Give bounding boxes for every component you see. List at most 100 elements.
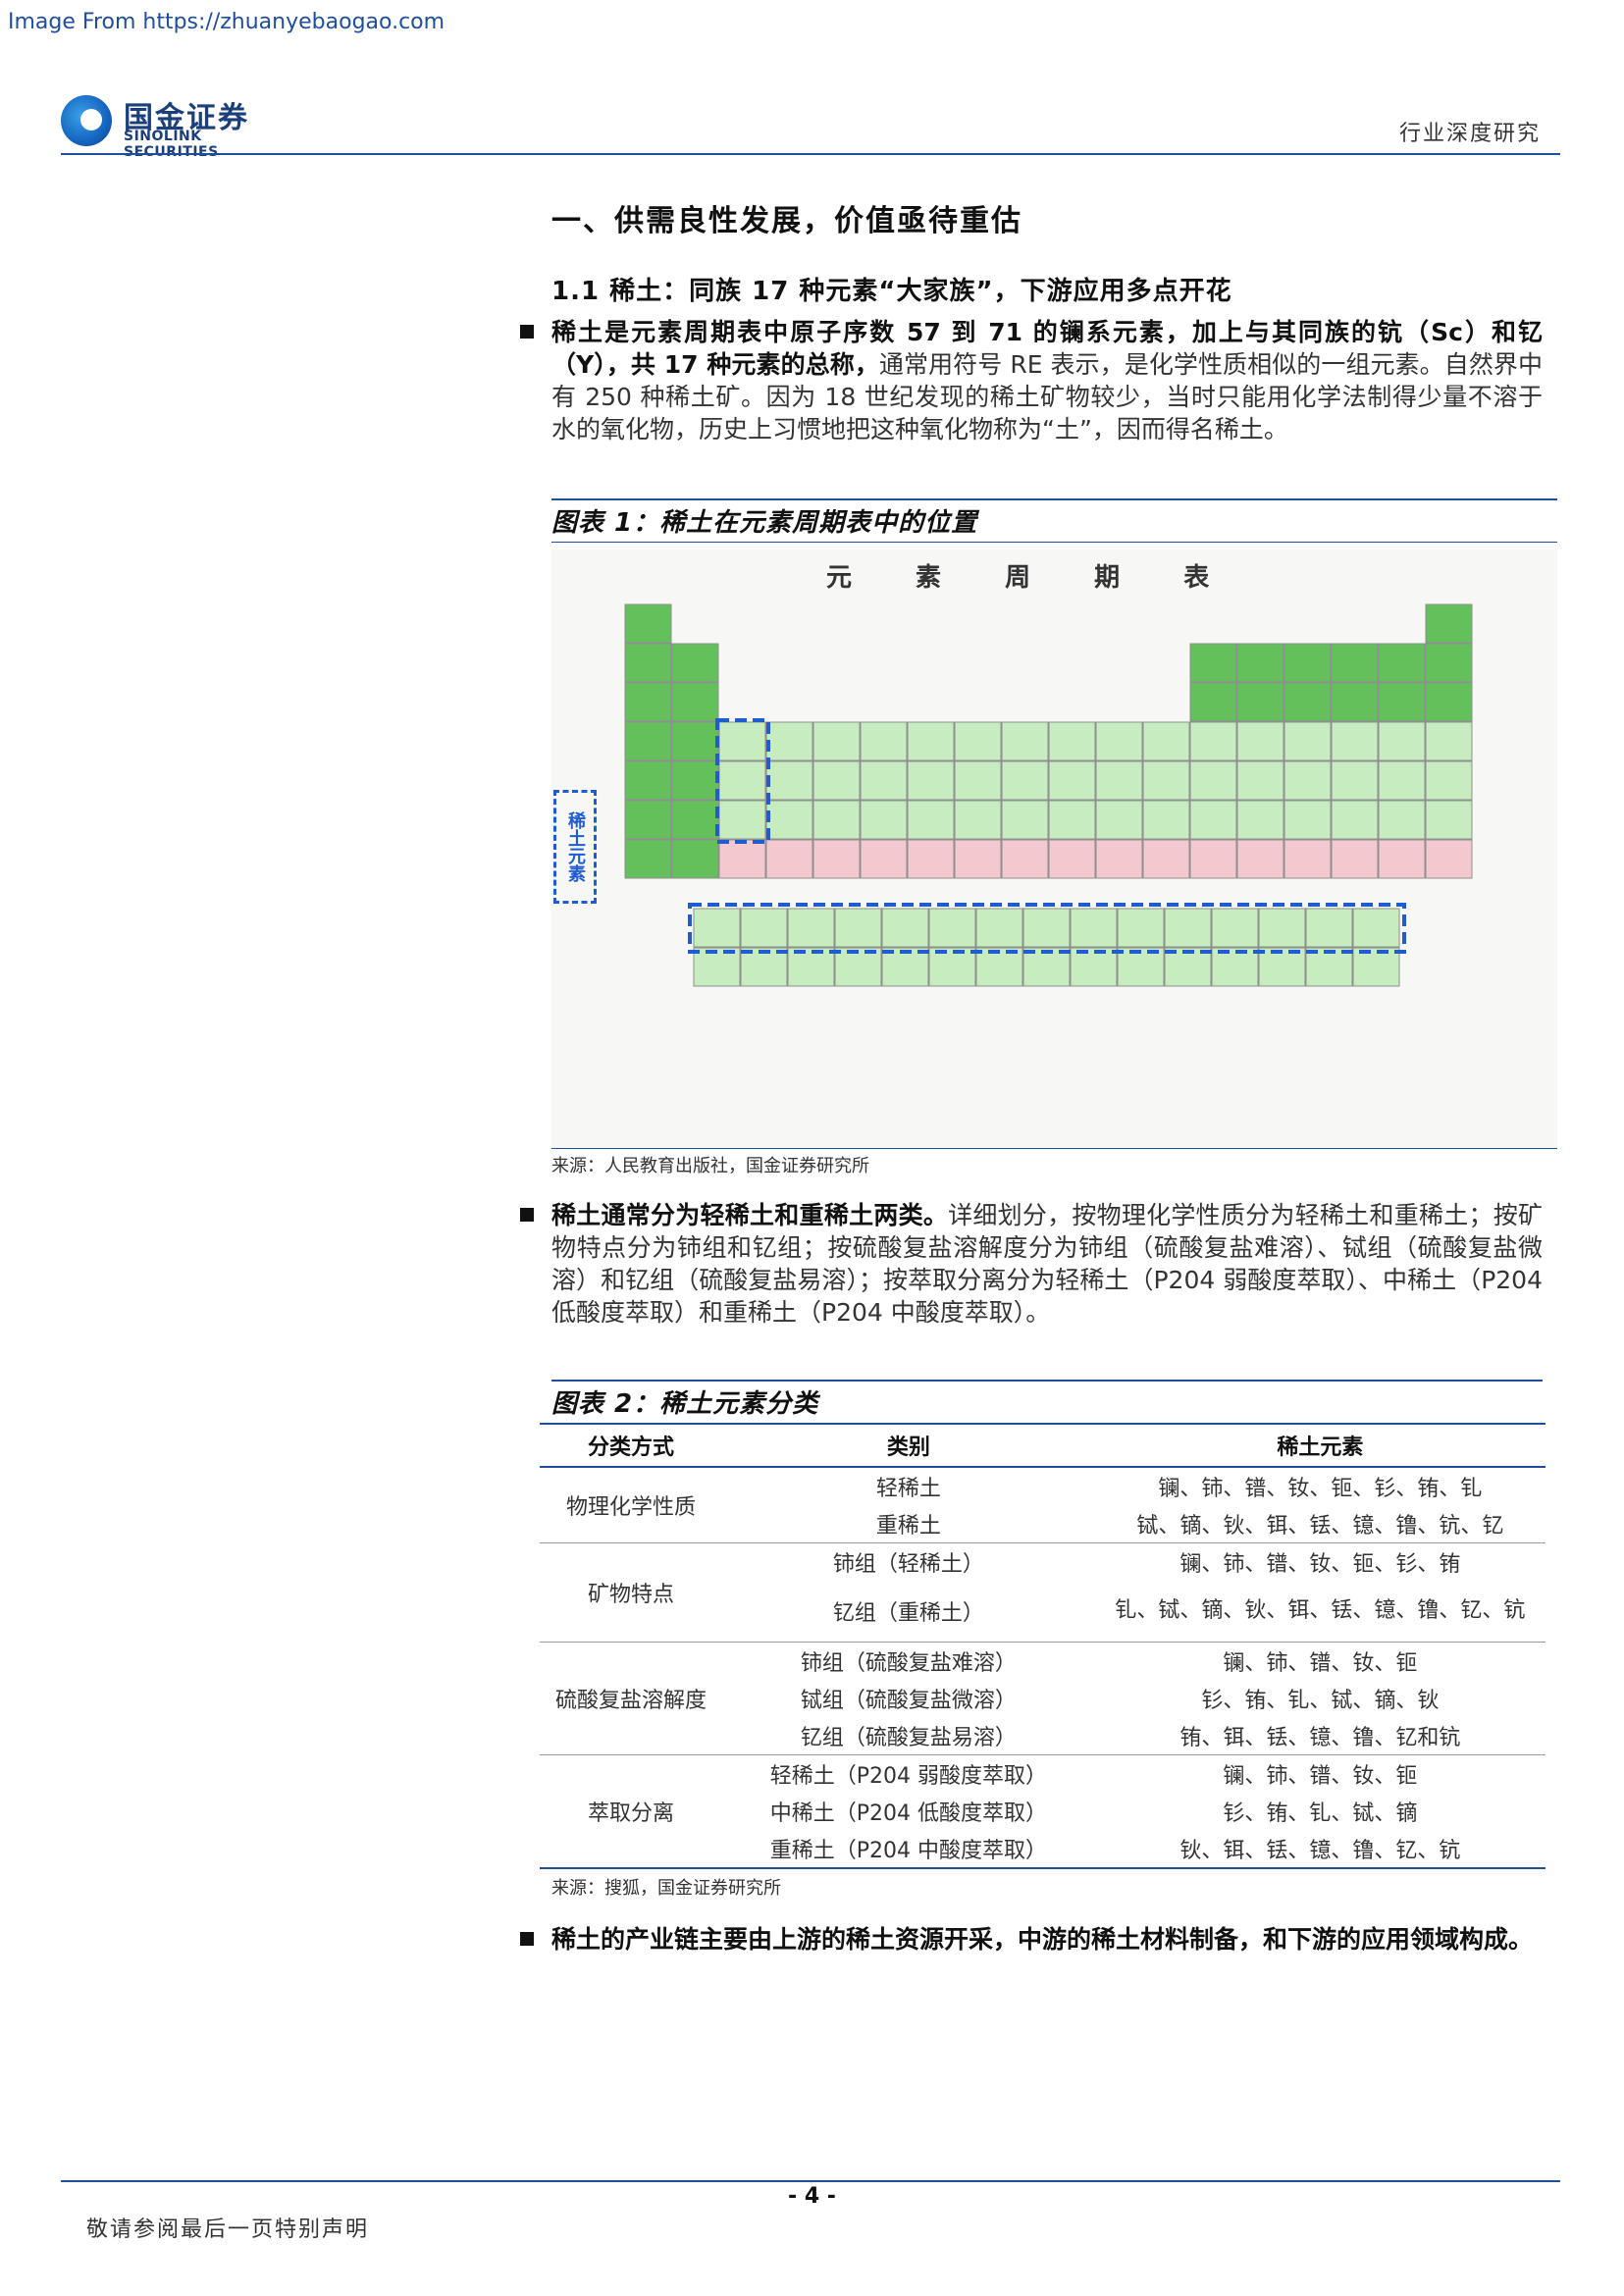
element-cell <box>624 721 672 761</box>
method-cell: 萃取分离 <box>540 1754 722 1868</box>
element-cell <box>1378 643 1426 683</box>
table-row: 物理化学性质 轻稀土 镧、铈、镨、钕、钷、钐、铕、钆 <box>540 1467 1545 1520</box>
element-cell <box>671 721 719 761</box>
table-row: 萃取分离 轻稀土（P204 弱酸度萃取） 镧、铈、镨、钕、钷 <box>540 1754 1545 1868</box>
element-cell <box>954 721 1002 761</box>
lanthanide-cell <box>740 908 788 948</box>
element-cell <box>1331 721 1379 761</box>
element-cell <box>1189 643 1237 683</box>
element-cell <box>718 800 766 840</box>
element-cell <box>1236 760 1284 801</box>
method-cell: 物理化学性质 <box>565 1495 696 1520</box>
lanthanide-cell <box>1164 908 1212 948</box>
lanthanide-cell <box>834 908 882 948</box>
periodic-table-grid <box>624 603 1473 987</box>
element-cell <box>765 760 813 801</box>
element-cell <box>1001 721 1049 761</box>
category-cell: 重稀土 <box>875 1514 941 1539</box>
element-cell <box>624 682 672 722</box>
element-cell <box>1425 800 1473 840</box>
page-number: - 4 - <box>788 2184 836 2209</box>
lanthanide-cell <box>1022 908 1071 948</box>
element-cell <box>1001 839 1049 879</box>
element-cell <box>671 643 719 683</box>
element-cell <box>718 760 766 801</box>
table-row: 矿物特点 铈组（轻稀土） 镧、铈、镨、钕、钷、钐、铕 <box>540 1542 1545 1643</box>
header-divider <box>61 153 1560 155</box>
category-cell: 重稀土（P204 中酸度萃取） <box>769 1839 1047 1863</box>
element-cell <box>1425 721 1473 761</box>
method-cell: 硫酸复盐溶解度 <box>540 1642 722 1755</box>
element-cell <box>1048 760 1096 801</box>
periodic-table-figure: 元 素 周 期 表 稀土元素 <box>551 549 1557 1148</box>
element-cell <box>1378 800 1426 840</box>
lanthanide-cell <box>1070 908 1118 948</box>
element-cell <box>860 800 908 840</box>
category-cell: 轻稀土 <box>875 1477 941 1501</box>
lanthanide-cell <box>1117 908 1165 948</box>
figure-2-title: 图表 2：稀土元素分类 <box>551 1389 819 1419</box>
element-cell <box>954 800 1002 840</box>
elements-cell: 钬、铒、铥、镱、镥、钇、钪 <box>1179 1839 1461 1863</box>
element-cell <box>1189 682 1237 722</box>
element-cell <box>1236 839 1284 879</box>
element-cell <box>624 603 672 644</box>
lanthanide-cell <box>1258 908 1306 948</box>
paragraph-3-lead: 稀土的产业链主要由上游的稀土资源开采，中游的稀土材料制备，和下游的应用领域构成。 <box>551 1925 1534 1954</box>
bullet-square-icon <box>520 1932 534 1946</box>
element-cell <box>718 839 766 879</box>
element-cell <box>765 839 813 879</box>
element-cell <box>954 839 1002 879</box>
element-cell <box>1001 800 1049 840</box>
method-cell: 矿物特点 <box>540 1542 722 1643</box>
element-cell <box>1142 760 1190 801</box>
element-cell <box>1236 682 1284 722</box>
element-cell <box>718 721 766 761</box>
element-cell <box>1425 839 1473 879</box>
elements-cell: 钆、铽、镝、钬、铒、铥、镱、镥、钇、钪 <box>1115 1598 1526 1623</box>
element-cell <box>1425 760 1473 801</box>
element-cell <box>860 839 908 879</box>
lanthanide-cell <box>1305 908 1353 948</box>
element-cell <box>1048 839 1096 879</box>
element-cell <box>1331 682 1379 722</box>
element-cell <box>1142 839 1190 879</box>
element-cell <box>1331 760 1379 801</box>
lanthanide-cell <box>975 908 1023 948</box>
element-cell <box>1142 721 1190 761</box>
element-cell <box>1095 721 1143 761</box>
lanthanide-cell <box>1352 908 1400 948</box>
elements-cell: 铽、镝、钬、铒、铥、镱、镥、钪、钇 <box>1136 1514 1504 1539</box>
category-cell: 铽组（硫酸复盐微溶） <box>800 1689 1017 1713</box>
element-cell <box>812 839 861 879</box>
paragraph-2: 稀土通常分为轻稀土和重稀土两类。详细划分，按物理化学性质分为轻稀土和重稀土；按矿… <box>520 1199 1543 1329</box>
element-cell <box>907 800 955 840</box>
element-cell <box>1095 760 1143 801</box>
element-cell <box>1283 643 1332 683</box>
elements-cell: 镧、铈、镨、钕、钷 <box>1094 1754 1545 1793</box>
element-cell <box>1189 721 1237 761</box>
element-cell <box>812 800 861 840</box>
category-cell: 钇组（硫酸复盐易溶） <box>800 1726 1017 1750</box>
report-type: 行业深度研究 <box>1398 122 1541 146</box>
element-cell <box>1378 839 1426 879</box>
logo-mark-icon <box>61 95 112 146</box>
category-cell: 钇组（重稀土） <box>832 1601 984 1626</box>
paragraph-1: 稀土是元素周期表中原子序数 57 到 71 的镧系元素，加上与其同族的钪（Sc）… <box>520 316 1543 445</box>
source-url-note[interactable]: Image From https://zhuanyebaogao.com <box>8 10 445 34</box>
element-cell <box>1142 800 1190 840</box>
element-cell <box>1425 682 1473 722</box>
bullet-square-icon <box>520 325 534 339</box>
lanthanide-cell <box>693 908 741 948</box>
figure-2-top-rule <box>551 1380 1543 1382</box>
element-cell <box>1283 800 1332 840</box>
element-cell <box>1189 839 1237 879</box>
category-cell: 轻稀土（P204 弱酸度萃取） <box>721 1754 1095 1793</box>
elements-cell: 镧、铈、镨、钕、钷、钐、铕、钆 <box>1158 1477 1483 1501</box>
element-cell <box>1425 643 1473 683</box>
element-cell <box>812 721 861 761</box>
lanthanide-cell <box>881 908 929 948</box>
elements-cell: 铕、铒、铥、镱、镥、钇和钪 <box>1179 1726 1461 1750</box>
header-elements: 稀土元素 <box>1094 1424 1545 1468</box>
footer-divider <box>61 2180 1560 2182</box>
